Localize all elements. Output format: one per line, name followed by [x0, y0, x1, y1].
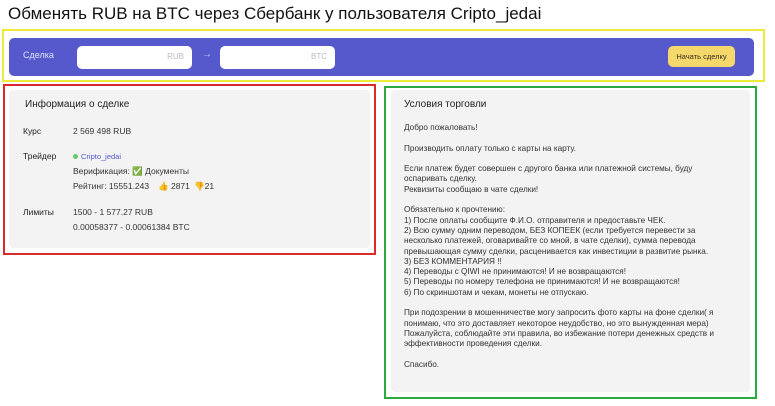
limits-label: Лимиты	[23, 207, 54, 217]
terms-line: 4) Переводы с QIWI не принимаются! И не …	[404, 267, 626, 277]
deal-bar: Сделка RUB → BTC Начать сделку	[9, 38, 754, 76]
page-title: Обменять RUB на BTC через Сбербанк у пол…	[8, 4, 542, 23]
thumbs-down-icon: 👎	[194, 181, 205, 191]
terms-line: 2) Всю сумму одним переводом, БЕЗ КОПЕЕК…	[404, 225, 696, 235]
amount-btc-input[interactable]: BTC	[220, 46, 335, 69]
rate-value: 2 569 498 RUB	[73, 126, 132, 136]
terms-line: оспаривать сделку.	[404, 174, 477, 184]
terms-line: Спасибо.	[404, 359, 440, 369]
rub-currency-label: RUB	[167, 52, 184, 61]
terms-line	[404, 195, 740, 205]
terms-line: Обязательно к прочтению:	[404, 205, 505, 215]
trader-link[interactable]: Cripto_jedai	[73, 151, 121, 161]
trade-terms-heading: Условия торговли	[404, 99, 487, 110]
rating-value: Рейтинг: 15551.243	[73, 181, 150, 191]
terms-line: Реквизиты сообщаю в чате сделки!	[404, 184, 539, 194]
terms-line	[404, 154, 740, 164]
arrow-right-icon: →	[202, 49, 212, 60]
trade-terms-card: Условия торговли Добро пожаловать! Произв…	[391, 90, 750, 392]
dislikes-count: 21	[204, 181, 215, 191]
limits-btc: 0.00058377 - 0.00061384 BTC	[73, 222, 190, 232]
limits-rub: 1500 - 1 577.27 RUB	[73, 207, 153, 217]
terms-line	[404, 350, 740, 360]
terms-line: Производить оплату только с карты на кар…	[404, 143, 576, 153]
terms-line: 3) БЕЗ КОММЕНТАРИЯ !!	[404, 256, 502, 266]
terms-line	[404, 298, 740, 308]
terms-line: превышающая сумму сделки, расценивается …	[404, 246, 709, 256]
terms-line: Если платеж будет совершен с другого бан…	[404, 164, 693, 174]
rate-label: Курс	[23, 126, 42, 136]
trade-terms-text: Добро пожаловать! Производить оплату толь…	[404, 123, 740, 370]
deal-label: Сделка	[23, 50, 54, 60]
terms-line: 1) После оплаты сообщите Ф.И.О. отправит…	[404, 215, 666, 225]
likes-stat: 👍 2871	[158, 181, 190, 192]
terms-line: эффективности проведения сделки.	[404, 339, 542, 349]
deal-info-heading: Информация о сделке	[25, 99, 130, 110]
deal-info-card: Информация о сделке Курс 2 569 498 RUB Т…	[9, 90, 370, 248]
likes-count: 2871	[170, 181, 190, 191]
online-status-icon	[73, 154, 78, 160]
terms-line: несколько платежей, оговаривайте со мной…	[404, 236, 696, 246]
terms-line: 5) Переводы по номеру телефона не приним…	[404, 277, 680, 287]
thumbs-up-icon: 👍	[158, 181, 169, 191]
start-deal-button[interactable]: Начать сделку	[668, 46, 735, 67]
amount-rub-input[interactable]: RUB	[77, 46, 192, 69]
terms-line: Добро пожаловать!	[404, 123, 478, 132]
verification-status: Верификация: ✅ Документы	[73, 166, 189, 176]
terms-line: 6) По скриншотам и чекам, монеты не отпу…	[404, 287, 589, 297]
terms-line: При подозрении в мошенничестве могу запр…	[404, 308, 714, 318]
trader-name[interactable]: Cripto_jedai	[81, 152, 121, 161]
btc-currency-label: BTC	[311, 52, 327, 61]
terms-line	[404, 133, 740, 143]
terms-line: понимаю, что это доставляет некоторое не…	[404, 318, 709, 328]
terms-line: Пожалуйста, соблюдайте эти правила, во и…	[404, 328, 714, 338]
trader-label: Трейдер	[23, 151, 57, 161]
dislikes-stat: 👎21	[194, 181, 214, 192]
